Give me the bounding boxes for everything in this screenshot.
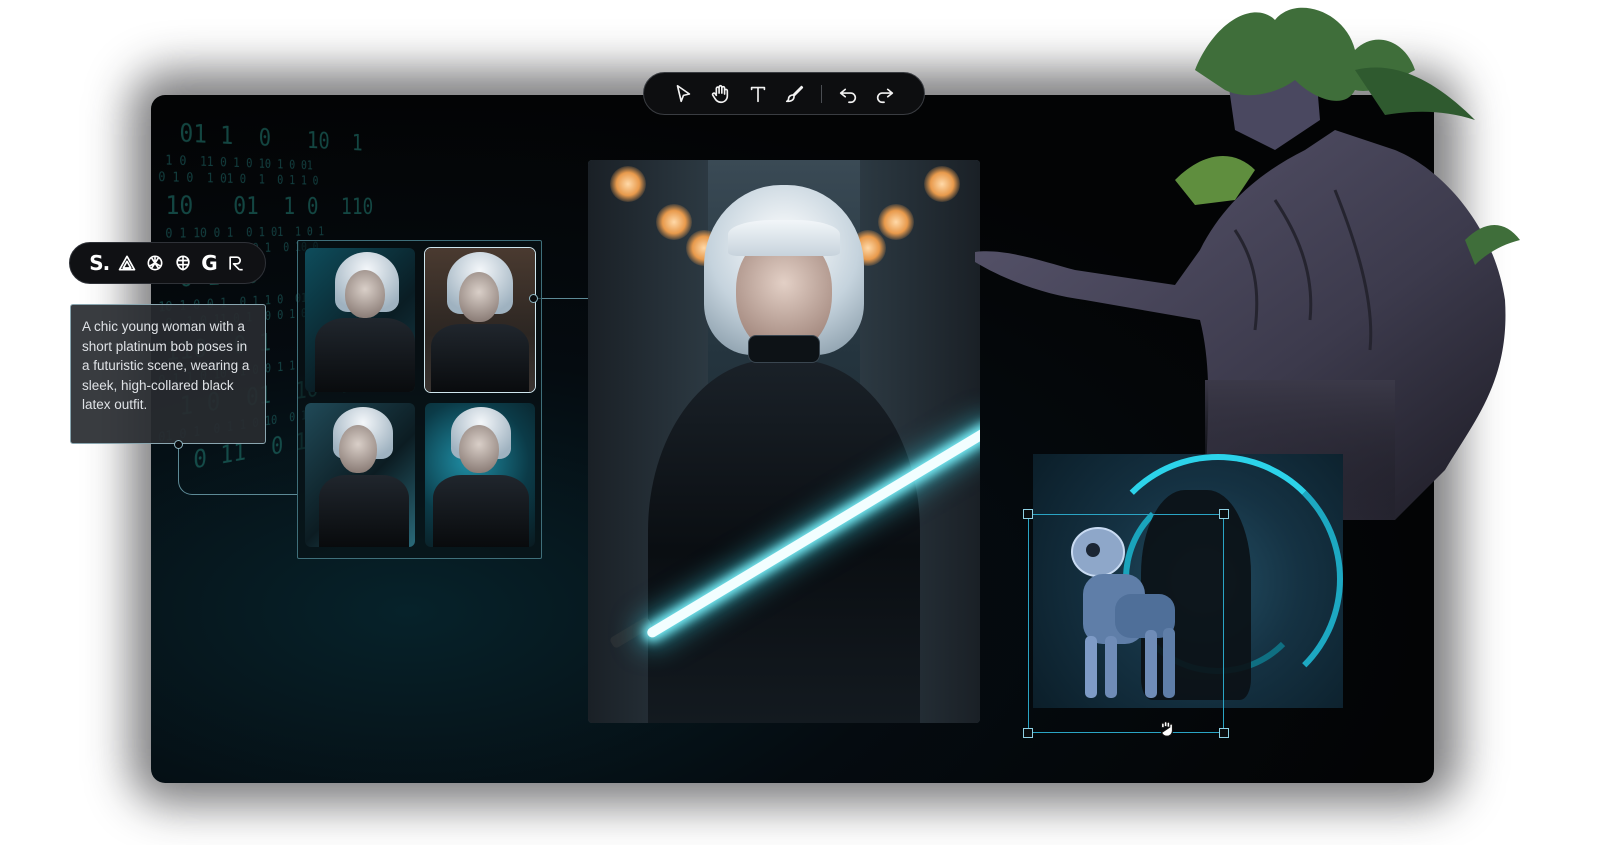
text-tool-button[interactable]	[739, 78, 777, 110]
toolbar-separator	[821, 84, 822, 103]
figure-collar	[748, 335, 820, 363]
grid-connector-dot[interactable]	[529, 294, 538, 303]
brush-icon	[786, 85, 804, 102]
connector-prompt-grid	[178, 445, 298, 495]
resize-handle-top-right[interactable]	[1219, 509, 1229, 519]
selection-box[interactable]	[1028, 514, 1224, 733]
triangle-model-icon[interactable]	[117, 251, 137, 275]
google-model[interactable]: G	[201, 251, 217, 275]
runway-icon[interactable]	[226, 251, 246, 275]
select-tool-button[interactable]	[664, 78, 702, 110]
tree-giant-image[interactable]	[975, 0, 1535, 520]
openai-icon[interactable]	[145, 251, 165, 275]
figure-body	[648, 360, 920, 723]
grab-hand-cursor-icon	[1156, 717, 1178, 739]
cursor-arrow-icon	[676, 84, 690, 102]
hallway-lamp	[610, 166, 646, 202]
hallway-lamp	[878, 204, 914, 240]
canvas-toolbar	[643, 72, 925, 115]
figure-bangs	[728, 220, 840, 256]
undo-icon	[839, 88, 856, 103]
hand-icon	[712, 84, 729, 103]
variations-grid	[297, 240, 542, 559]
prompt-text: A chic young woman with a short platinum…	[82, 319, 250, 413]
model-selector: S. G	[69, 242, 266, 284]
resize-handle-bottom-right[interactable]	[1219, 728, 1229, 738]
hallway-lamp	[656, 204, 692, 240]
hand-tool-button[interactable]	[702, 78, 740, 110]
stability-model[interactable]: S.	[89, 251, 110, 275]
main-generated-image[interactable]	[588, 160, 980, 723]
brush-tool-button[interactable]	[777, 78, 815, 110]
redo-icon	[877, 88, 894, 103]
resize-handle-bottom-left[interactable]	[1023, 728, 1033, 738]
thumbnail-3[interactable]	[305, 403, 415, 547]
thumbnail-1[interactable]	[305, 248, 415, 392]
redo-button[interactable]	[866, 78, 904, 110]
prompt-text-box[interactable]: A chic young woman with a short platinum…	[70, 304, 266, 444]
hallway-lamp	[924, 166, 960, 202]
brain-model-icon[interactable]	[173, 251, 193, 275]
thumbnail-2-selected[interactable]	[424, 247, 536, 393]
prompt-connector-dot[interactable]	[174, 440, 183, 449]
text-icon	[750, 86, 765, 102]
resize-handle-top-left[interactable]	[1023, 509, 1033, 519]
connector-grid-main	[534, 298, 588, 299]
thumbnail-4[interactable]	[425, 403, 535, 547]
undo-button[interactable]	[829, 78, 867, 110]
